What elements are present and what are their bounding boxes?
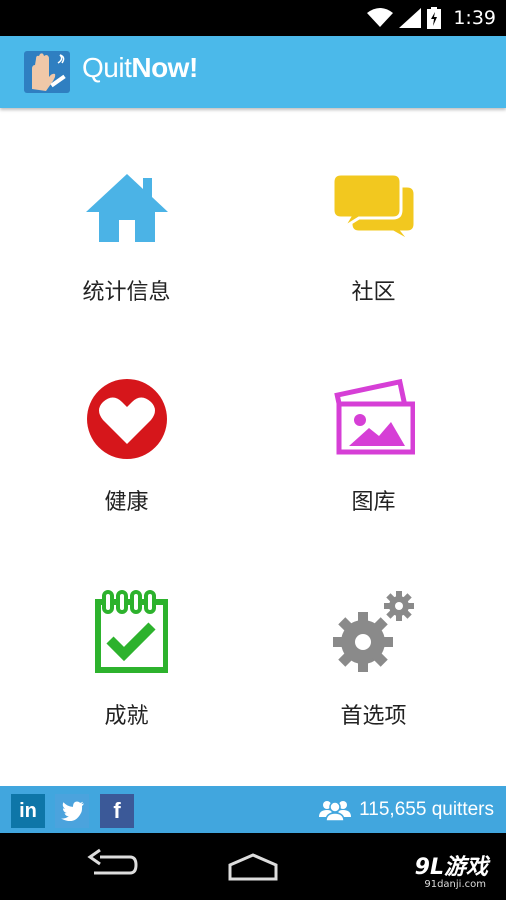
back-icon[interactable] bbox=[86, 847, 138, 885]
app-title-bold: Now! bbox=[131, 52, 198, 83]
chat-bubbles-icon bbox=[333, 172, 415, 244]
app-title-light: Quit bbox=[82, 52, 132, 83]
users-icon bbox=[319, 800, 352, 821]
menu-item-gallery[interactable]: 图库 bbox=[247, 378, 500, 578]
nav-bar: 9L游戏 91danji.com bbox=[0, 833, 506, 900]
wifi-icon bbox=[367, 8, 394, 27]
watermark-site: 91danji.com bbox=[424, 879, 486, 890]
menu-label: 成就 bbox=[104, 704, 149, 729]
watermark-brand: 9L游戏 bbox=[414, 855, 488, 880]
menu-label: 统计信息 bbox=[82, 280, 171, 305]
app-bar: QuitNow! bbox=[0, 36, 506, 108]
menu-label: 图库 bbox=[351, 490, 396, 515]
facebook-button[interactable]: f bbox=[100, 794, 134, 828]
gallery-icon bbox=[334, 378, 415, 455]
app-logo-icon[interactable] bbox=[22, 49, 72, 95]
app-title: QuitNow! bbox=[82, 52, 198, 84]
status-time: 1:39 bbox=[453, 7, 496, 29]
signal-icon bbox=[399, 8, 422, 28]
status-icons: 1:39 bbox=[367, 0, 496, 36]
menu-label: 健康 bbox=[104, 490, 149, 515]
home-icon bbox=[86, 174, 168, 242]
calendar-check-icon bbox=[95, 590, 168, 673]
facebook-icon: f bbox=[113, 798, 121, 823]
home-nav-icon[interactable] bbox=[224, 853, 282, 883]
quitters-counter: 115,655 quitters bbox=[319, 786, 494, 833]
linkedin-icon: in bbox=[19, 799, 37, 822]
menu-label: 社区 bbox=[351, 280, 396, 305]
battery-charging-icon bbox=[427, 7, 442, 29]
menu-item-community[interactable]: 社区 bbox=[247, 172, 500, 372]
menu-item-health[interactable]: 健康 bbox=[0, 378, 253, 578]
menu-item-achievements[interactable]: 成就 bbox=[0, 590, 253, 790]
heart-icon bbox=[87, 379, 167, 459]
twitter-button[interactable] bbox=[55, 794, 89, 828]
linkedin-button[interactable]: in bbox=[11, 794, 45, 828]
menu-item-preferences[interactable]: 首选项 bbox=[247, 590, 500, 790]
menu-item-statistics[interactable]: 统计信息 bbox=[0, 172, 253, 372]
gears-icon bbox=[333, 591, 414, 672]
footer-bar: in f 115,655 quitters bbox=[0, 786, 506, 833]
menu-label: 首选项 bbox=[340, 704, 407, 729]
status-bar: 1:39 bbox=[0, 0, 506, 36]
quitters-text: 115,655 quitters bbox=[359, 798, 494, 820]
twitter-icon bbox=[61, 801, 84, 821]
